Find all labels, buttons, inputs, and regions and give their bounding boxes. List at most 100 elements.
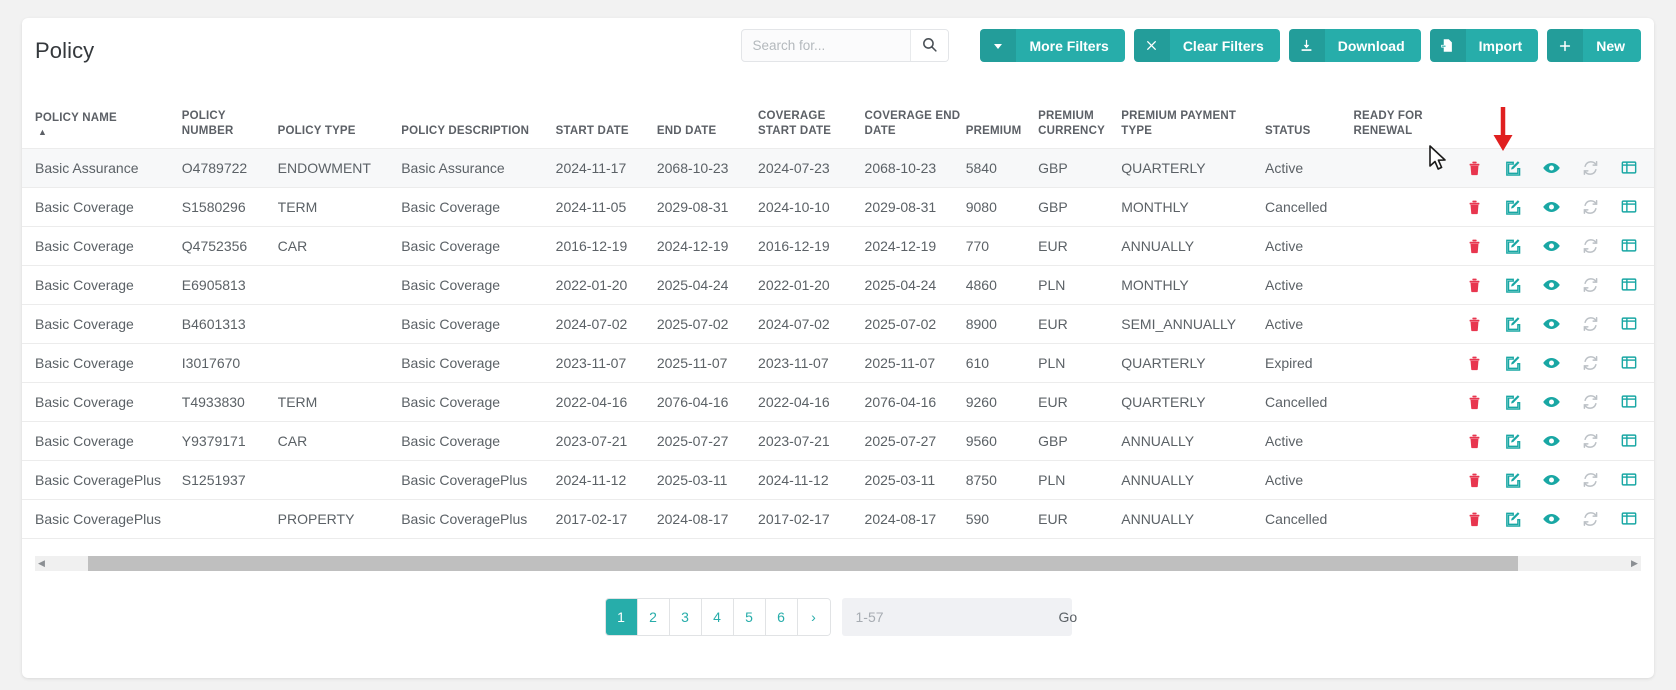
eye-view-icon[interactable] (1542, 432, 1561, 450)
delete-icon[interactable] (1466, 237, 1483, 255)
eye-view-icon[interactable] (1542, 510, 1561, 528)
table-scroll-viewport[interactable]: POLICY NAME ▲ POLICY NUMBER POLICY TYPE P… (22, 80, 1654, 550)
refresh-icon[interactable] (1582, 159, 1599, 177)
col-status[interactable]: STATUS (1265, 80, 1354, 149)
col-coverage-end-date[interactable]: COVERAGE END DATE (864, 80, 966, 149)
edit-icon[interactable] (1504, 237, 1521, 255)
table-row[interactable]: Basic Coverage S1580296 TERM Basic Coverage… (22, 187, 1654, 227)
table-row[interactable]: Basic CoveragePlus S1251937 Basic Coverage… (22, 460, 1654, 500)
delete-icon[interactable] (1466, 159, 1483, 177)
table-row[interactable]: Basic Coverage Q4752356 CAR Basic Coverage 2… (22, 226, 1654, 266)
columns-icon[interactable] (1620, 159, 1638, 176)
delete-icon[interactable] (1466, 276, 1483, 294)
delete-icon[interactable] (1466, 198, 1483, 216)
col-coverage-start-date[interactable]: COVERAGE START DATE (758, 80, 865, 149)
cell-status: Active (1265, 226, 1354, 266)
columns-icon[interactable] (1620, 237, 1638, 254)
columns-icon[interactable] (1620, 393, 1638, 410)
scroll-right-arrow-icon[interactable]: ▶ (1628, 556, 1641, 571)
columns-icon[interactable] (1620, 315, 1638, 332)
scrollbar-thumb[interactable] (88, 556, 1518, 571)
edit-icon[interactable] (1504, 510, 1521, 528)
page-button-5[interactable]: 5 (733, 599, 766, 635)
refresh-icon[interactable] (1582, 510, 1599, 528)
eye-view-icon[interactable] (1542, 237, 1561, 255)
download-button[interactable]: Download (1288, 29, 1421, 62)
edit-icon[interactable] (1504, 432, 1521, 450)
refresh-icon[interactable] (1582, 276, 1599, 294)
edit-icon[interactable] (1504, 276, 1521, 294)
table-row[interactable]: Basic Assurance O4789722 ENDOWMENT Basic As… (22, 148, 1654, 188)
go-button[interactable]: Go (1051, 609, 1096, 625)
columns-icon[interactable] (1620, 198, 1638, 215)
col-ready-for-renewal[interactable]: READY FOR RENEWAL (1353, 80, 1460, 149)
col-policy-description[interactable]: POLICY DESCRIPTION (401, 80, 556, 149)
refresh-icon[interactable] (1582, 393, 1599, 411)
page-button-6[interactable]: 6 (765, 599, 798, 635)
col-end-date[interactable]: END DATE (656, 80, 759, 149)
col-policy-type[interactable]: POLICY TYPE (277, 80, 402, 149)
more-filters-button[interactable]: More Filters (980, 29, 1125, 62)
eye-view-icon[interactable] (1542, 276, 1561, 294)
page-button-4[interactable]: 4 (701, 599, 734, 635)
eye-view-icon[interactable] (1542, 471, 1561, 489)
table-row[interactable]: Basic CoveragePlus PROPERTY Basic Coverage… (22, 499, 1654, 539)
eye-view-icon[interactable] (1542, 354, 1561, 372)
col-policy-number[interactable]: POLICY NUMBER (181, 80, 278, 149)
columns-icon[interactable] (1620, 276, 1638, 293)
col-premium-currency[interactable]: PREMIUM CURRENCY (1038, 80, 1122, 149)
table-row[interactable]: Basic Coverage Y9379171 CAR Basic Coverage 2… (22, 421, 1654, 461)
delete-icon[interactable] (1466, 393, 1483, 411)
table-row[interactable]: Basic Coverage I3017670 Basic Coverage 2023… (22, 343, 1654, 383)
page-button-3[interactable]: 3 (669, 599, 702, 635)
search-input[interactable] (742, 30, 911, 61)
next-page-button[interactable]: › (797, 599, 830, 635)
delete-icon[interactable] (1466, 510, 1483, 528)
refresh-icon[interactable] (1582, 315, 1599, 333)
table-row[interactable]: Basic Coverage E6905813 Basic Coverage 2022… (22, 265, 1654, 305)
refresh-icon[interactable] (1582, 198, 1599, 216)
clear-filters-button[interactable]: Clear Filters (1133, 29, 1280, 62)
edit-icon[interactable] (1504, 393, 1521, 411)
row-action-group (1460, 393, 1654, 411)
page-button-1[interactable]: 1 (605, 599, 638, 635)
scroll-left-arrow-icon[interactable]: ◀ (35, 556, 48, 571)
col-premium-payment-type[interactable]: PREMIUM PAYMENT TYPE (1121, 80, 1266, 149)
search-button[interactable] (910, 30, 949, 61)
scrollbar-track[interactable] (48, 556, 1628, 571)
eye-view-icon[interactable] (1542, 159, 1561, 177)
delete-icon[interactable] (1466, 354, 1483, 372)
col-policy-name[interactable]: POLICY NAME ▲ (22, 80, 182, 149)
edit-icon[interactable] (1504, 315, 1521, 333)
edit-icon[interactable] (1504, 159, 1521, 177)
columns-icon[interactable] (1620, 432, 1638, 449)
columns-icon[interactable] (1620, 471, 1638, 488)
eye-view-icon[interactable] (1542, 198, 1561, 216)
page-button-2[interactable]: 2 (637, 599, 670, 635)
horizontal-scrollbar[interactable]: ◀ ▶ (35, 556, 1641, 571)
delete-icon[interactable] (1466, 432, 1483, 450)
refresh-icon[interactable] (1582, 237, 1599, 255)
new-button[interactable]: New (1547, 29, 1641, 62)
columns-icon[interactable] (1620, 510, 1638, 527)
table-row[interactable]: Basic Coverage T4933830 TERM Basic Coverage… (22, 382, 1654, 422)
columns-icon[interactable] (1620, 354, 1638, 371)
edit-icon[interactable] (1504, 354, 1521, 372)
import-button[interactable]: Import (1429, 29, 1539, 62)
cell-coverage-start-date: 2022-01-20 (758, 265, 865, 305)
cell-policy-description: Basic Coverage (401, 265, 556, 305)
delete-icon[interactable] (1466, 315, 1483, 333)
refresh-icon[interactable] (1582, 354, 1599, 372)
edit-icon[interactable] (1504, 471, 1521, 489)
refresh-icon[interactable] (1582, 471, 1599, 489)
col-premium[interactable]: PREMIUM (965, 80, 1039, 149)
col-start-date[interactable]: START DATE (555, 80, 657, 149)
edit-icon[interactable] (1504, 198, 1521, 216)
delete-icon[interactable] (1466, 471, 1483, 489)
refresh-icon[interactable] (1582, 432, 1599, 450)
goto-page-input[interactable] (841, 609, 1051, 625)
eye-view-icon[interactable] (1542, 393, 1561, 411)
cell-policy-name: Basic Coverage (22, 304, 182, 344)
eye-view-icon[interactable] (1542, 315, 1561, 333)
table-row[interactable]: Basic Coverage B4601313 Basic Coverage 2024… (22, 304, 1654, 344)
